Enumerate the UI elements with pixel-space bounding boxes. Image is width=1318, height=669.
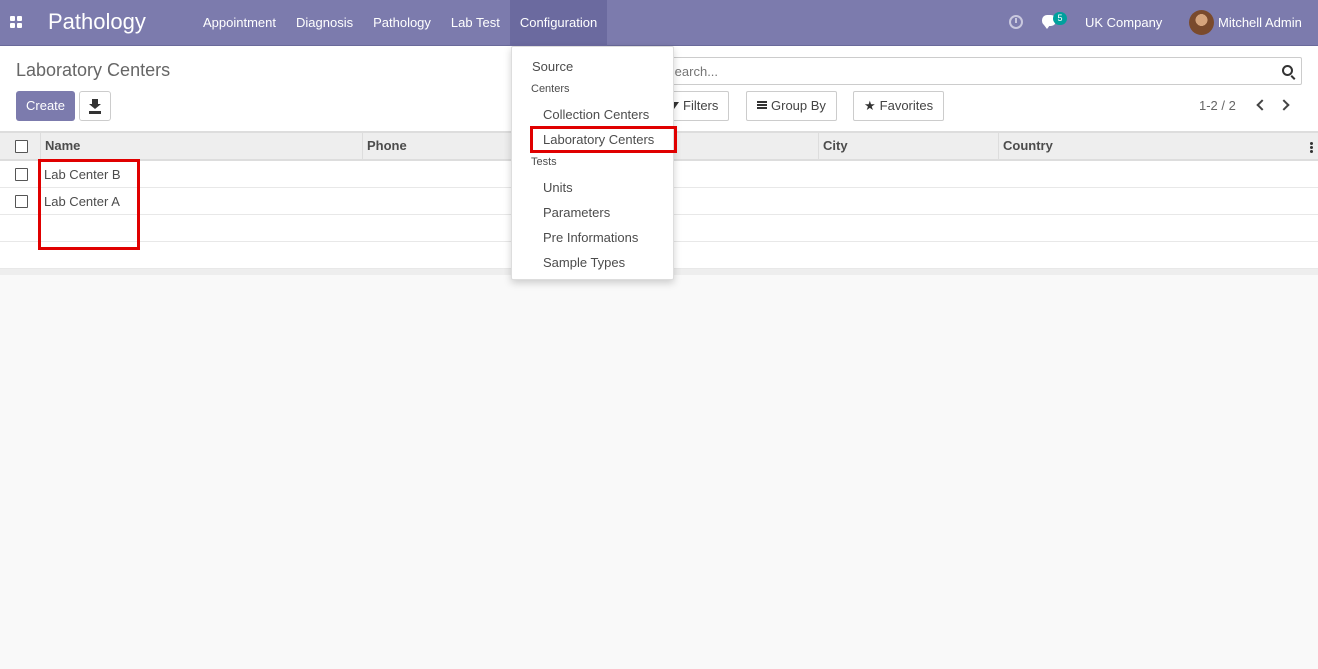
page-title: Laboratory Centers: [16, 60, 171, 80]
highlight-laboratory-centers: [530, 126, 677, 153]
configuration-dropdown: Source Centers Collection Centers Labora…: [511, 46, 674, 280]
column-city[interactable]: City: [818, 133, 999, 160]
star-icon: ★: [864, 98, 876, 113]
menu-collection-centers[interactable]: Collection Centers: [543, 107, 649, 122]
user-menu[interactable]: Mitchell Admin: [1218, 15, 1302, 30]
apps-menu-icon[interactable]: [10, 16, 23, 29]
menu-diagnosis[interactable]: Diagnosis: [286, 0, 363, 46]
menu-source[interactable]: Source: [532, 59, 573, 74]
download-icon: [89, 99, 101, 109]
row-checkbox[interactable]: [15, 195, 28, 208]
menu-pre-informations[interactable]: Pre Informations: [543, 230, 638, 245]
section-centers: Centers: [531, 83, 570, 95]
bars-icon: [757, 101, 767, 109]
activity-clock-icon[interactable]: [1009, 15, 1023, 29]
row-checkbox[interactable]: [15, 168, 28, 181]
top-navbar: Pathology Appointment Diagnosis Patholog…: [0, 0, 1318, 46]
user-avatar[interactable]: [1189, 10, 1214, 35]
menu-units[interactable]: Units: [543, 180, 573, 195]
chevron-left-icon[interactable]: [1256, 99, 1268, 111]
search-icon[interactable]: [1282, 65, 1293, 76]
favorites-button[interactable]: ★ Favorites: [853, 91, 945, 121]
menu-sample-types[interactable]: Sample Types: [543, 255, 625, 270]
select-all-checkbox[interactable]: [15, 140, 28, 153]
chat-count-badge: 5: [1053, 12, 1067, 25]
column-country[interactable]: Country: [998, 133, 1318, 160]
highlight-records: [38, 159, 140, 250]
company-switcher[interactable]: UK Company: [1085, 15, 1162, 30]
export-button[interactable]: [79, 91, 111, 121]
search-input[interactable]: [666, 63, 1266, 79]
menu-lab-test[interactable]: Lab Test: [441, 0, 510, 46]
menu-appointment[interactable]: Appointment: [193, 0, 286, 46]
menu-configuration[interactable]: Configuration: [509, 0, 608, 46]
menu-parameters[interactable]: Parameters: [543, 205, 610, 220]
search-bar: [655, 57, 1302, 85]
section-tests: Tests: [531, 156, 557, 168]
pager-value[interactable]: 1-2 / 2: [1199, 98, 1236, 113]
group-by-button[interactable]: Group By: [746, 91, 837, 121]
menu-pathology[interactable]: Pathology: [363, 0, 441, 46]
main-menu: Appointment Diagnosis Pathology Lab Test…: [193, 0, 608, 46]
chevron-right-icon[interactable]: [1278, 99, 1290, 111]
optional-columns-icon[interactable]: [1310, 142, 1313, 153]
create-button[interactable]: Create: [16, 91, 76, 121]
column-name[interactable]: Name: [40, 133, 363, 160]
app-brand[interactable]: Pathology: [48, 9, 146, 35]
